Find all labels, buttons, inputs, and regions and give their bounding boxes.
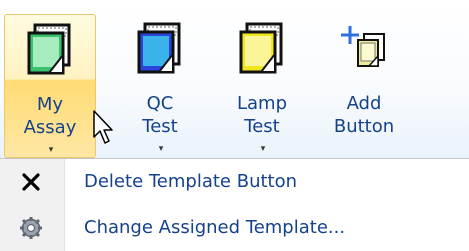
- blue-template-icon: [137, 22, 181, 74]
- qc-test-button[interactable]: QC Test ▾: [114, 14, 206, 158]
- yellow-template-icon: [239, 22, 283, 74]
- menu-item-label: Change Assigned Template...: [84, 217, 346, 238]
- add-button[interactable]: Add Button: [318, 14, 410, 158]
- gear-icon: [20, 217, 42, 239]
- my-assay-line2: Assay: [23, 117, 77, 138]
- qc-test-line2: Test: [142, 116, 178, 137]
- mouse-cursor-icon: [93, 110, 113, 144]
- my-assay-line1: My: [36, 94, 64, 115]
- add-template-icon: [341, 26, 385, 67]
- menu-item-change-assigned-template[interactable]: Change Assigned Template...: [0, 205, 469, 251]
- menu-item-delete-template-button[interactable]: Delete Template Button: [0, 159, 469, 205]
- lamp-test-line2: Test: [244, 116, 280, 137]
- add-button-line1: Add: [346, 93, 382, 114]
- menu-item-label: Delete Template Button: [84, 171, 298, 192]
- context-menu: Delete Template Button Change Assigned T…: [0, 158, 469, 251]
- green-template-icon: [27, 23, 71, 75]
- lamp-test-line1: Lamp: [236, 93, 288, 114]
- ribbon-group: My Assay ▾ QC Test ▾ Lamp Test ▾ Add But…: [0, 0, 469, 158]
- close-icon: [22, 173, 40, 191]
- my-assay-button[interactable]: My Assay ▾: [4, 14, 96, 158]
- lamp-test-button[interactable]: Lamp Test ▾: [216, 14, 308, 158]
- qc-test-line1: QC: [146, 93, 174, 114]
- add-button-line2: Button: [333, 116, 395, 137]
